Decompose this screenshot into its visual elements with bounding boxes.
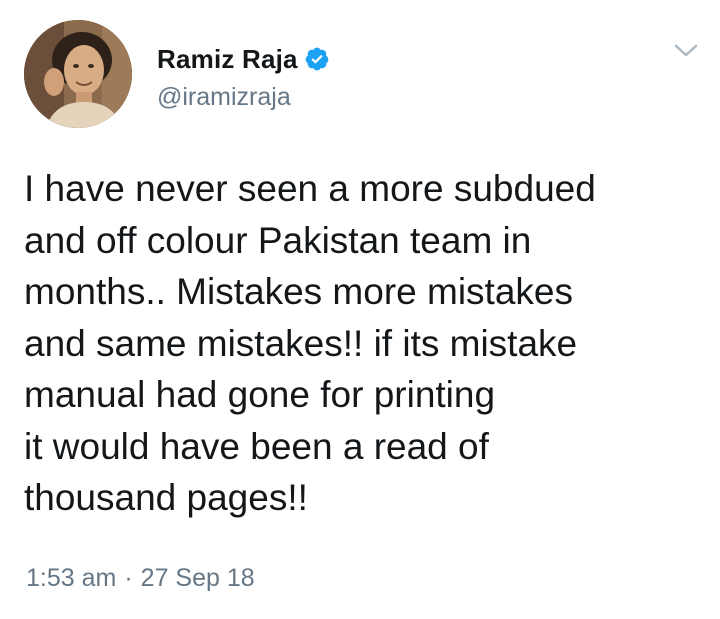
tweet-text-line: manual had gone for printing bbox=[24, 374, 496, 415]
tweet-text-line: and off colour Pakistan team in bbox=[24, 219, 532, 261]
display-name[interactable]: Ramiz Raja bbox=[157, 44, 298, 75]
tweet-text-line: months.. Mistakes more mistakes bbox=[24, 271, 573, 312]
avatar[interactable] bbox=[24, 20, 132, 128]
tweet-text-line: I have never seen a more subdued bbox=[24, 168, 596, 209]
tweet-time[interactable]: 1:53 am bbox=[26, 564, 116, 593]
timestamp-separator: · bbox=[124, 564, 133, 592]
tweet-text-line: thousand pages!! bbox=[24, 477, 308, 518]
tweet-text-line: and same mistakes!! if its mistake bbox=[24, 322, 578, 364]
tweet-text-line: it would have been a read of bbox=[24, 425, 489, 467]
avatar-photo bbox=[24, 20, 132, 128]
tweet-date[interactable]: 27 Sep 18 bbox=[141, 564, 255, 593]
tweet-timestamp[interactable]: 1:53 am · 27 Sep 18 bbox=[26, 564, 255, 593]
author-row[interactable]: Ramiz Raja bbox=[157, 42, 330, 76]
verified-badge-icon bbox=[304, 46, 330, 72]
tweet-card: Ramiz Raja @iramizraja I have never seen… bbox=[0, 0, 720, 619]
tweet-text: I have never seen a more subdued and off… bbox=[24, 163, 714, 524]
chevron-down-icon[interactable] bbox=[672, 40, 700, 62]
username-handle[interactable]: @iramizraja bbox=[157, 83, 291, 112]
